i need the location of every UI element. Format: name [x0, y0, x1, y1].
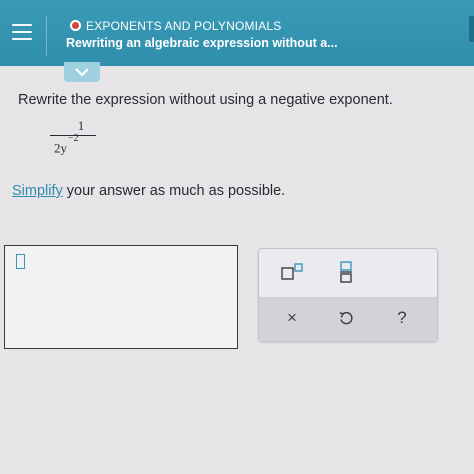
help-icon: ?	[397, 308, 407, 327]
input-cursor-box[interactable]	[16, 254, 25, 269]
chevron-down-icon	[75, 67, 89, 76]
topic-status-dot-icon	[70, 20, 81, 31]
denominator-exponent: −2	[68, 133, 79, 144]
fraction-denominator: 2y−2	[54, 133, 98, 156]
header-edge-tab	[469, 16, 474, 42]
superscript-button[interactable]	[277, 257, 307, 287]
undo-button[interactable]	[331, 303, 361, 333]
menu-icon[interactable]	[12, 24, 32, 40]
undo-icon	[339, 311, 353, 325]
math-palette: × ?	[258, 248, 438, 342]
fraction-icon	[340, 261, 352, 283]
topic-title: EXPONENTS AND POLYNOMIALS	[70, 19, 282, 33]
fraction-numerator: 1	[77, 118, 85, 133]
collapse-header-button[interactable]	[64, 62, 100, 82]
simplify-link[interactable]: Simplify	[12, 183, 63, 199]
help-button[interactable]: ?	[387, 303, 417, 333]
clear-icon: ×	[287, 308, 297, 327]
superscript-icon	[281, 263, 303, 280]
answer-input[interactable]	[4, 245, 238, 349]
expression-fraction: 1 2y−2	[50, 119, 98, 156]
palette-bottom-row: × ?	[259, 297, 437, 341]
palette-top-row	[259, 249, 437, 297]
problem-prompt: Rewrite the expression without using a n…	[18, 92, 393, 108]
clear-button[interactable]: ×	[277, 303, 307, 333]
denominator-base: 2y	[54, 140, 67, 156]
instruction-text: Simplify your answer as much as possible…	[12, 183, 285, 199]
topic-label: EXPONENTS AND POLYNOMIALS	[86, 19, 282, 33]
top-header: EXPONENTS AND POLYNOMIALS Rewriting an a…	[0, 0, 474, 66]
instruction-rest: your answer as much as possible.	[62, 183, 286, 199]
fraction-button[interactable]	[331, 257, 361, 287]
header-divider	[46, 16, 47, 56]
lesson-title: Rewriting an algebraic expression withou…	[66, 36, 338, 50]
